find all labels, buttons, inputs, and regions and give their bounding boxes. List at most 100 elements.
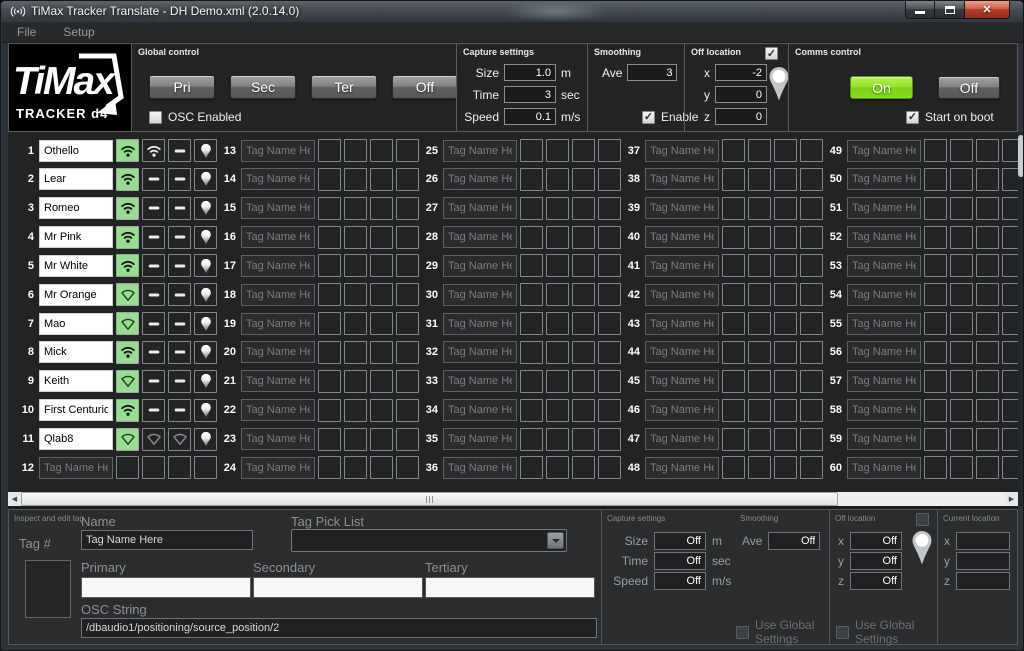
tag-secondary-button[interactable]	[142, 370, 165, 393]
tag-tertiary-button[interactable]	[774, 399, 797, 422]
tag-off-button[interactable]	[598, 254, 621, 277]
tag-tertiary-button[interactable]	[572, 168, 595, 191]
tag-secondary-button[interactable]	[748, 370, 771, 393]
tag-primary-button[interactable]	[924, 341, 947, 364]
tag-primary-button[interactable]	[924, 428, 947, 451]
tag-secondary-button[interactable]	[950, 254, 973, 277]
primary-field[interactable]	[81, 577, 251, 598]
tag-secondary-button[interactable]	[344, 283, 367, 306]
tag-name-input[interactable]	[443, 168, 517, 190]
tag-off-button[interactable]	[598, 428, 621, 451]
global-sec-button[interactable]: Sec	[230, 75, 296, 99]
tag-name-input[interactable]	[241, 341, 315, 363]
tag-off-button[interactable]	[194, 312, 217, 335]
tag-secondary-button[interactable]	[950, 197, 973, 220]
speed-input[interactable]	[504, 108, 556, 125]
tag-secondary-button[interactable]	[344, 197, 367, 220]
tag-tertiary-button[interactable]	[572, 312, 595, 335]
tag-tertiary-button[interactable]	[572, 197, 595, 220]
tag-tertiary-button[interactable]	[976, 226, 999, 249]
tag-time-input[interactable]	[654, 552, 706, 570]
tag-secondary-button[interactable]	[344, 456, 367, 479]
tag-tertiary-button[interactable]	[370, 341, 393, 364]
tag-name-input[interactable]	[39, 255, 113, 277]
tag-secondary-button[interactable]	[142, 312, 165, 335]
tag-off-button[interactable]	[194, 139, 217, 162]
tag-off-button[interactable]	[194, 254, 217, 277]
tag-size-input[interactable]	[654, 532, 706, 550]
tag-name-input[interactable]	[645, 140, 719, 162]
tag-tertiary-button[interactable]	[370, 283, 393, 306]
tag-secondary-button[interactable]	[546, 197, 569, 220]
tag-tertiary-button[interactable]	[168, 197, 191, 220]
tag-primary-button[interactable]	[722, 254, 745, 277]
tag-name-input[interactable]	[443, 140, 517, 162]
tag-off-button[interactable]	[800, 341, 823, 364]
tag-primary-button[interactable]	[924, 399, 947, 422]
tag-secondary-button[interactable]	[546, 283, 569, 306]
tag-primary-button[interactable]	[924, 456, 947, 479]
tag-off-button[interactable]	[598, 456, 621, 479]
tag-tertiary-button[interactable]	[168, 168, 191, 191]
tag-primary-button[interactable]	[924, 226, 947, 249]
tag-off-button[interactable]	[396, 139, 419, 162]
tag-primary-button[interactable]	[116, 370, 139, 393]
smoothing-use-global-checkbox[interactable]	[736, 626, 749, 639]
tag-name-input[interactable]	[847, 399, 921, 421]
tag-secondary-button[interactable]	[546, 456, 569, 479]
comms-on-button[interactable]: On	[850, 76, 913, 99]
tag-secondary-button[interactable]	[950, 168, 973, 191]
tag-secondary-button[interactable]	[344, 226, 367, 249]
tag-primary-button[interactable]	[116, 428, 139, 451]
tag-tertiary-button[interactable]	[774, 197, 797, 220]
tag-secondary-button[interactable]	[546, 226, 569, 249]
osc-string-input[interactable]	[81, 618, 597, 638]
tag-secondary-button[interactable]	[546, 254, 569, 277]
tag-off-location-checkbox[interactable]	[916, 513, 929, 526]
tag-tertiary-button[interactable]	[572, 341, 595, 364]
tag-name-input[interactable]	[39, 341, 113, 363]
tag-name-input[interactable]	[847, 457, 921, 479]
tag-off-button[interactable]	[396, 341, 419, 364]
tag-name-input[interactable]	[39, 140, 113, 162]
tag-primary-button[interactable]	[722, 197, 745, 220]
tag-secondary-button[interactable]	[546, 139, 569, 162]
tag-primary-button[interactable]	[318, 428, 341, 451]
tag-name-input[interactable]	[39, 399, 113, 421]
tag-primary-button[interactable]	[722, 226, 745, 249]
tag-tertiary-button[interactable]	[976, 312, 999, 335]
tag-tertiary-button[interactable]	[976, 283, 999, 306]
tag-name-input[interactable]	[645, 341, 719, 363]
close-button[interactable]: ✕	[964, 1, 1010, 19]
tag-off-button[interactable]	[396, 197, 419, 220]
tag-secondary-button[interactable]	[344, 428, 367, 451]
tag-name-input[interactable]	[443, 284, 517, 306]
tag-primary-button[interactable]	[318, 283, 341, 306]
tag-tertiary-button[interactable]	[168, 456, 191, 479]
tag-tertiary-button[interactable]	[370, 428, 393, 451]
tag-tertiary-button[interactable]	[572, 254, 595, 277]
tag-name-input[interactable]	[241, 457, 315, 479]
tag-off-button[interactable]	[598, 197, 621, 220]
tag-off-button[interactable]	[598, 283, 621, 306]
tag-secondary-button[interactable]	[748, 341, 771, 364]
off-location-checkbox[interactable]	[765, 47, 778, 60]
tag-tertiary-button[interactable]	[168, 312, 191, 335]
tag-secondary-button[interactable]	[344, 312, 367, 335]
tag-name-input[interactable]	[645, 255, 719, 277]
tag-name-input[interactable]	[241, 284, 315, 306]
tag-primary-button[interactable]	[520, 254, 543, 277]
tag-primary-button[interactable]	[318, 341, 341, 364]
tag-off-button[interactable]	[396, 283, 419, 306]
tag-tertiary-button[interactable]	[774, 370, 797, 393]
tag-primary-button[interactable]	[722, 428, 745, 451]
tag-name-input[interactable]	[645, 313, 719, 335]
vertical-scrollbar[interactable]	[1018, 132, 1024, 506]
tag-off-x-input[interactable]	[850, 532, 902, 550]
menu-file[interactable]: File	[17, 25, 36, 39]
tag-off-button[interactable]	[800, 139, 823, 162]
tag-name-input[interactable]	[847, 255, 921, 277]
tag-primary-button[interactable]	[520, 168, 543, 191]
tag-tertiary-button[interactable]	[976, 168, 999, 191]
horizontal-scrollbar-track[interactable]	[21, 492, 1005, 506]
